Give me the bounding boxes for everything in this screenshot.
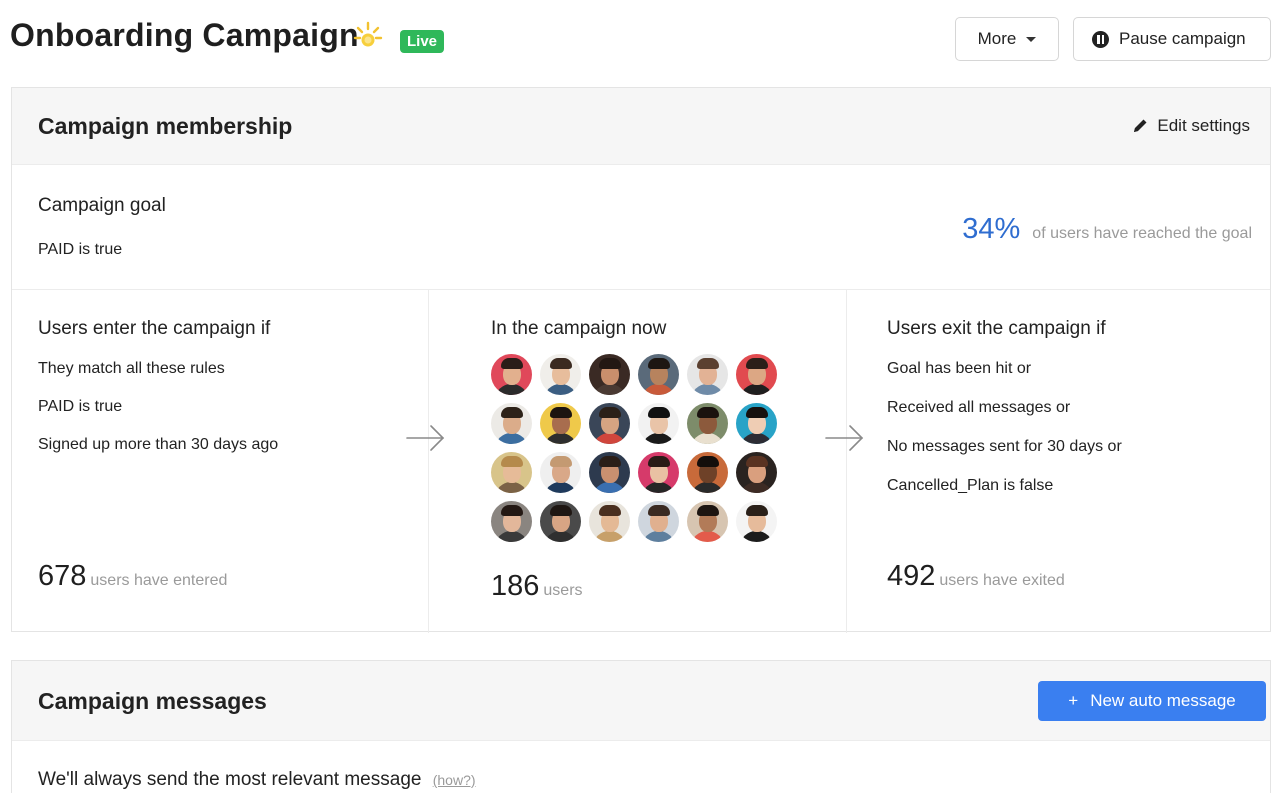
more-label: More	[977, 29, 1017, 48]
exit-rules: Goal has been hit or Received all messag…	[887, 360, 1122, 516]
exited-count: 492	[887, 560, 936, 592]
exit-rule: Received all messages or	[887, 399, 1071, 416]
enter-column: Users enter the campaign if They match a…	[12, 290, 429, 633]
entered-stat: 678 users have entered	[38, 560, 227, 593]
user-avatar	[638, 354, 679, 395]
entered-text: users have entered	[90, 572, 228, 589]
exit-rule: Goal has been hit or	[887, 360, 1032, 377]
plus-icon: +	[1068, 691, 1079, 710]
exited-text: users have exited	[939, 572, 1065, 589]
exited-stat: 492 users have exited	[887, 560, 1065, 593]
edit-settings-label: Edit settings	[1157, 116, 1250, 135]
user-avatar	[540, 501, 581, 542]
user-avatar	[540, 452, 581, 493]
messages-header: Campaign messages + New auto message	[12, 661, 1270, 741]
exit-rule: No messages sent for 30 days or	[887, 438, 1122, 455]
user-avatar	[687, 403, 728, 444]
user-avatar	[589, 354, 630, 395]
in-campaign-title: In the campaign now	[491, 318, 667, 339]
user-avatar	[687, 501, 728, 542]
user-avatar	[687, 354, 728, 395]
pause-icon	[1092, 30, 1109, 48]
goal-percent-text: of users have reached the goal	[1032, 225, 1252, 242]
user-avatar	[589, 403, 630, 444]
goal-rule: PAID is true	[38, 241, 123, 258]
membership-title: Campaign membership	[38, 113, 293, 139]
campaign-messages-card: Campaign messages + New auto message We'…	[11, 660, 1271, 793]
sparkle-icon	[353, 21, 383, 47]
goal-title: Campaign goal	[38, 195, 166, 216]
new-auto-message-button[interactable]: + New auto message	[1038, 681, 1266, 721]
membership-header: Campaign membership Edit settings	[12, 88, 1270, 165]
user-avatar	[736, 452, 777, 493]
user-avatar	[638, 403, 679, 444]
user-avatar	[540, 403, 581, 444]
pencil-icon	[1134, 119, 1147, 132]
goal-percent: 34%	[962, 213, 1021, 245]
user-avatar	[638, 501, 679, 542]
in-campaign-column: In the campaign now 186 users	[429, 290, 847, 633]
pause-campaign-button[interactable]: Pause campaign	[1073, 17, 1271, 61]
messages-title: Campaign messages	[38, 688, 267, 714]
status-badge: Live	[400, 30, 445, 53]
user-avatar	[736, 403, 777, 444]
pause-label: Pause campaign	[1119, 29, 1246, 48]
user-avatar	[736, 354, 777, 395]
user-avatar	[540, 354, 581, 395]
exit-rule: Cancelled_Plan is false	[887, 477, 1054, 494]
user-avatar	[491, 403, 532, 444]
new-auto-message-label: New auto message	[1090, 691, 1236, 710]
caret-down-icon	[1026, 36, 1037, 42]
in-campaign-stat: 186 users	[491, 570, 583, 603]
how-link[interactable]: (how?)	[433, 772, 476, 788]
enter-rules: They match all these rules PAID is true …	[38, 360, 278, 474]
enter-rule: Signed up more than 30 days ago	[38, 436, 279, 453]
user-avatar	[736, 501, 777, 542]
user-avatar	[589, 452, 630, 493]
exit-column: Users exit the campaign if Goal has been…	[847, 290, 1271, 633]
user-avatar	[491, 452, 532, 493]
membership-columns: Users enter the campaign if They match a…	[12, 290, 1270, 633]
more-dropdown-button[interactable]: More	[955, 17, 1059, 61]
campaign-goal-section: Campaign goal PAID is true 34% of users …	[12, 165, 1270, 290]
edit-settings-button[interactable]: Edit settings	[1131, 116, 1250, 136]
user-avatar	[491, 501, 532, 542]
enter-title: Users enter the campaign if	[38, 318, 271, 339]
user-avatar	[687, 452, 728, 493]
relevant-message-text: We'll always send the most relevant mess…	[38, 769, 476, 791]
campaign-membership-card: Campaign membership Edit settings Campai…	[11, 87, 1271, 633]
page-title: Onboarding Campaign	[10, 17, 359, 53]
in-campaign-count: 186	[491, 570, 540, 602]
page-header: Onboarding Campaign Live More Pause camp…	[0, 0, 1271, 80]
enter-rule: They match all these rules	[38, 360, 225, 377]
relevant-message-label: We'll always send the most relevant mess…	[38, 769, 422, 790]
exit-title: Users exit the campaign if	[887, 318, 1106, 339]
avatar-grid	[491, 354, 781, 542]
user-avatar	[589, 501, 630, 542]
enter-rule: PAID is true	[38, 398, 123, 415]
entered-count: 678	[38, 560, 87, 592]
in-campaign-text: users	[543, 582, 583, 599]
user-avatar	[491, 354, 532, 395]
user-avatar	[638, 452, 679, 493]
goal-stat: 34% of users have reached the goal	[962, 213, 1252, 246]
